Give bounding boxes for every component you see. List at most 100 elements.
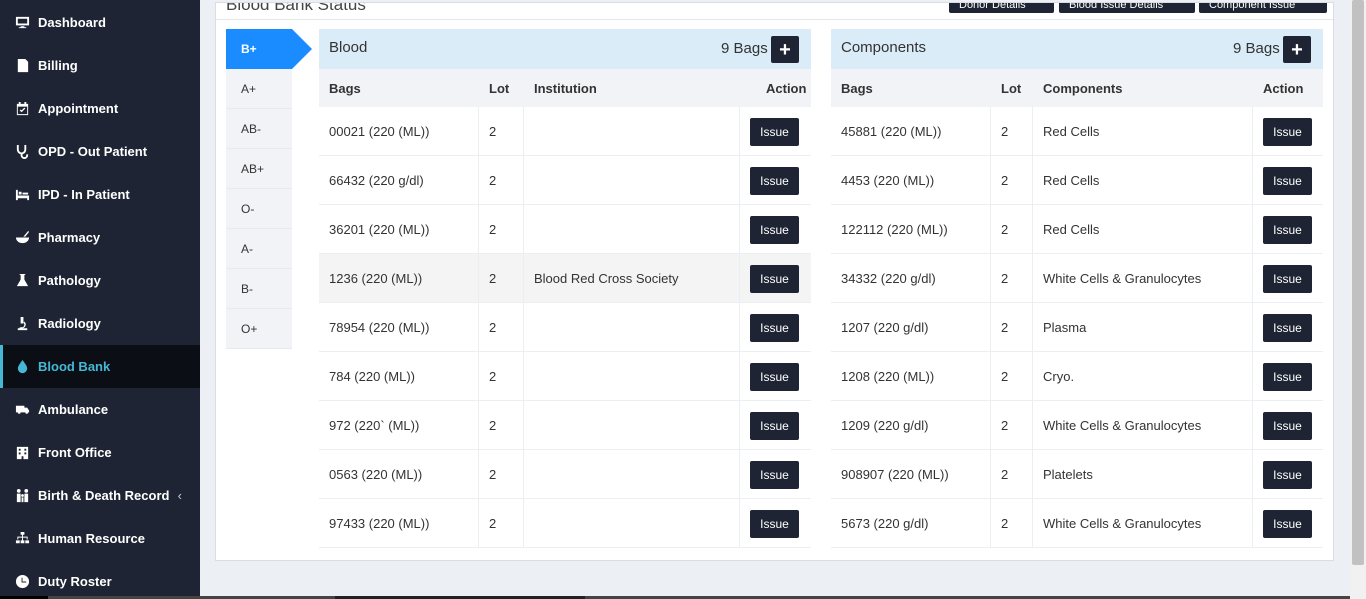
sidebar-item-dashboard[interactable]: Dashboard bbox=[0, 1, 200, 44]
sidebar-item-pharmacy[interactable]: Pharmacy bbox=[0, 216, 200, 259]
blood-panel-header: Blood 9 Bags + bbox=[319, 29, 811, 69]
clock-icon bbox=[14, 574, 30, 590]
sidebar-item-ipd[interactable]: IPD - In Patient bbox=[0, 173, 200, 216]
table-row: 1236 (220 (ML)) 2 Blood Red Cross Society I… bbox=[319, 254, 811, 303]
table-row: 122112 (220 (ML)) 2 Red Cells Issue bbox=[831, 205, 1323, 254]
issue-button[interactable]: Issue bbox=[750, 510, 799, 538]
issue-button[interactable]: Issue bbox=[750, 265, 799, 293]
sidebar-item-billing[interactable]: Billing bbox=[0, 44, 200, 87]
issue-button[interactable]: Issue bbox=[1263, 265, 1312, 293]
bag-cell: 36201 (220 (ML)) bbox=[319, 205, 479, 254]
table-row: 00021 (220 (ML)) 2 Issue bbox=[319, 107, 811, 156]
sidebar-item-duty-roster[interactable]: Duty Roster bbox=[0, 560, 200, 599]
sidebar-item-opd[interactable]: OPD - Out Patient bbox=[0, 130, 200, 173]
calendar-icon bbox=[14, 101, 30, 117]
sidebar-item-birth-death[interactable]: Birth & Death Record ‹ bbox=[0, 474, 200, 517]
tab-b-positive[interactable]: B+ bbox=[226, 29, 312, 69]
lot-cell: 2 bbox=[479, 254, 524, 303]
blood-group-tabs: B+ A+ AB- AB+ O- A- B- O+ bbox=[226, 29, 312, 349]
sidebar-item-label: Dashboard bbox=[38, 15, 106, 30]
table-row: 5673 (220 g/dl) 2 White Cells & Granulocyt… bbox=[831, 499, 1323, 548]
component-issue-button[interactable]: Component Issue bbox=[1199, 3, 1327, 13]
tab-ab-negative[interactable]: AB- bbox=[226, 109, 292, 149]
issue-button[interactable]: Issue bbox=[1263, 216, 1312, 244]
institution-cell bbox=[524, 401, 740, 450]
table-row: 34332 (220 g/dl) 2 White Cells & Granulocy… bbox=[831, 254, 1323, 303]
components-bag-count: 9 Bags bbox=[1233, 40, 1280, 57]
sidebar-item-label: Blood Bank bbox=[38, 359, 111, 374]
lot-cell: 2 bbox=[479, 107, 524, 156]
donor-details-button[interactable]: Donor Details bbox=[949, 3, 1054, 13]
lot-cell: 2 bbox=[991, 499, 1033, 548]
table-row: 78954 (220 (ML)) 2 Issue bbox=[319, 303, 811, 352]
components-panel-header: Components 9 Bags + bbox=[831, 29, 1323, 69]
bag-cell: 00021 (220 (ML)) bbox=[319, 107, 479, 156]
sitemap-icon bbox=[14, 531, 30, 547]
flask-icon bbox=[14, 273, 30, 289]
bag-cell: 34332 (220 g/dl) bbox=[831, 254, 991, 303]
issue-button[interactable]: Issue bbox=[750, 167, 799, 195]
bag-cell: 1208 (220 (ML)) bbox=[831, 352, 991, 401]
sidebar-item-pathology[interactable]: Pathology bbox=[0, 259, 200, 302]
tab-ab-positive[interactable]: AB+ bbox=[226, 149, 292, 189]
column-header-lot: Lot bbox=[1001, 80, 1022, 96]
issue-button[interactable]: Issue bbox=[1263, 167, 1312, 195]
sidebar-item-label: Human Resource bbox=[38, 531, 145, 546]
lot-cell: 2 bbox=[991, 205, 1033, 254]
sidebar-item-radiology[interactable]: Radiology bbox=[0, 302, 200, 345]
issue-button[interactable]: Issue bbox=[1263, 510, 1312, 538]
tab-a-positive[interactable]: A+ bbox=[226, 69, 292, 109]
page-scrollbar[interactable] bbox=[1350, 0, 1366, 599]
sidebar-item-appointment[interactable]: Appointment bbox=[0, 87, 200, 130]
bag-cell: 5673 (220 g/dl) bbox=[831, 499, 991, 548]
blood-issue-details-button[interactable]: Blood Issue Details bbox=[1059, 3, 1195, 13]
lot-cell: 2 bbox=[991, 156, 1033, 205]
table-row: 1208 (220 (ML)) 2 Cryo. Issue bbox=[831, 352, 1323, 401]
sidebar-item-human-resource[interactable]: Human Resource bbox=[0, 517, 200, 560]
tab-a-negative[interactable]: A- bbox=[226, 229, 292, 269]
lot-cell: 2 bbox=[479, 450, 524, 499]
institution-cell bbox=[524, 303, 740, 352]
lot-cell: 2 bbox=[479, 303, 524, 352]
issue-button[interactable]: Issue bbox=[750, 118, 799, 146]
column-header-bags: Bags bbox=[329, 80, 361, 96]
sidebar-item-ambulance[interactable]: Ambulance bbox=[0, 388, 200, 431]
component-cell: Plasma bbox=[1033, 303, 1253, 352]
tab-o-negative[interactable]: O- bbox=[226, 189, 292, 229]
bag-cell: 66432 (220 g/dl) bbox=[319, 156, 479, 205]
sidebar-item-label: Ambulance bbox=[38, 402, 109, 417]
column-header-action: Action bbox=[766, 80, 807, 96]
lot-cell: 2 bbox=[991, 254, 1033, 303]
issue-button[interactable]: Issue bbox=[750, 314, 799, 342]
bag-cell: 784 (220 (ML)) bbox=[319, 352, 479, 401]
sidebar-item-label: Radiology bbox=[38, 316, 101, 331]
issue-button[interactable]: Issue bbox=[1263, 314, 1312, 342]
add-blood-button[interactable]: + bbox=[771, 36, 799, 63]
issue-button[interactable]: Issue bbox=[750, 461, 799, 489]
issue-button[interactable]: Issue bbox=[1263, 461, 1312, 489]
monitor-icon bbox=[14, 15, 30, 31]
scrollbar-thumb[interactable] bbox=[1352, 0, 1364, 565]
issue-button[interactable]: Issue bbox=[750, 363, 799, 391]
bag-cell: 0563 (220 (ML)) bbox=[319, 450, 479, 499]
issue-button[interactable]: Issue bbox=[750, 216, 799, 244]
lot-cell: 2 bbox=[991, 107, 1033, 156]
lot-cell: 2 bbox=[991, 352, 1033, 401]
issue-button[interactable]: Issue bbox=[1263, 363, 1312, 391]
issue-button[interactable]: Issue bbox=[1263, 412, 1312, 440]
add-component-button[interactable]: + bbox=[1283, 36, 1311, 63]
table-row: 972 (220` (ML)) 2 Issue bbox=[319, 401, 811, 450]
sidebar-item-blood-bank[interactable]: Blood Bank bbox=[0, 345, 200, 388]
tab-o-positive[interactable]: O+ bbox=[226, 309, 292, 349]
bag-cell: 97433 (220 (ML)) bbox=[319, 499, 479, 548]
receipt-icon bbox=[14, 58, 30, 74]
issue-button[interactable]: Issue bbox=[1263, 118, 1312, 146]
sidebar: Dashboard Billing Appointment OPD - Out … bbox=[0, 0, 200, 599]
ambulance-icon bbox=[14, 402, 30, 418]
tab-b-negative[interactable]: B- bbox=[226, 269, 292, 309]
lot-cell: 2 bbox=[479, 401, 524, 450]
sidebar-item-front-office[interactable]: Front Office bbox=[0, 431, 200, 474]
issue-button[interactable]: Issue bbox=[750, 412, 799, 440]
component-cell: White Cells & Granulocytes bbox=[1033, 401, 1253, 450]
table-row: 4453 (220 (ML)) 2 Red Cells Issue bbox=[831, 156, 1323, 205]
